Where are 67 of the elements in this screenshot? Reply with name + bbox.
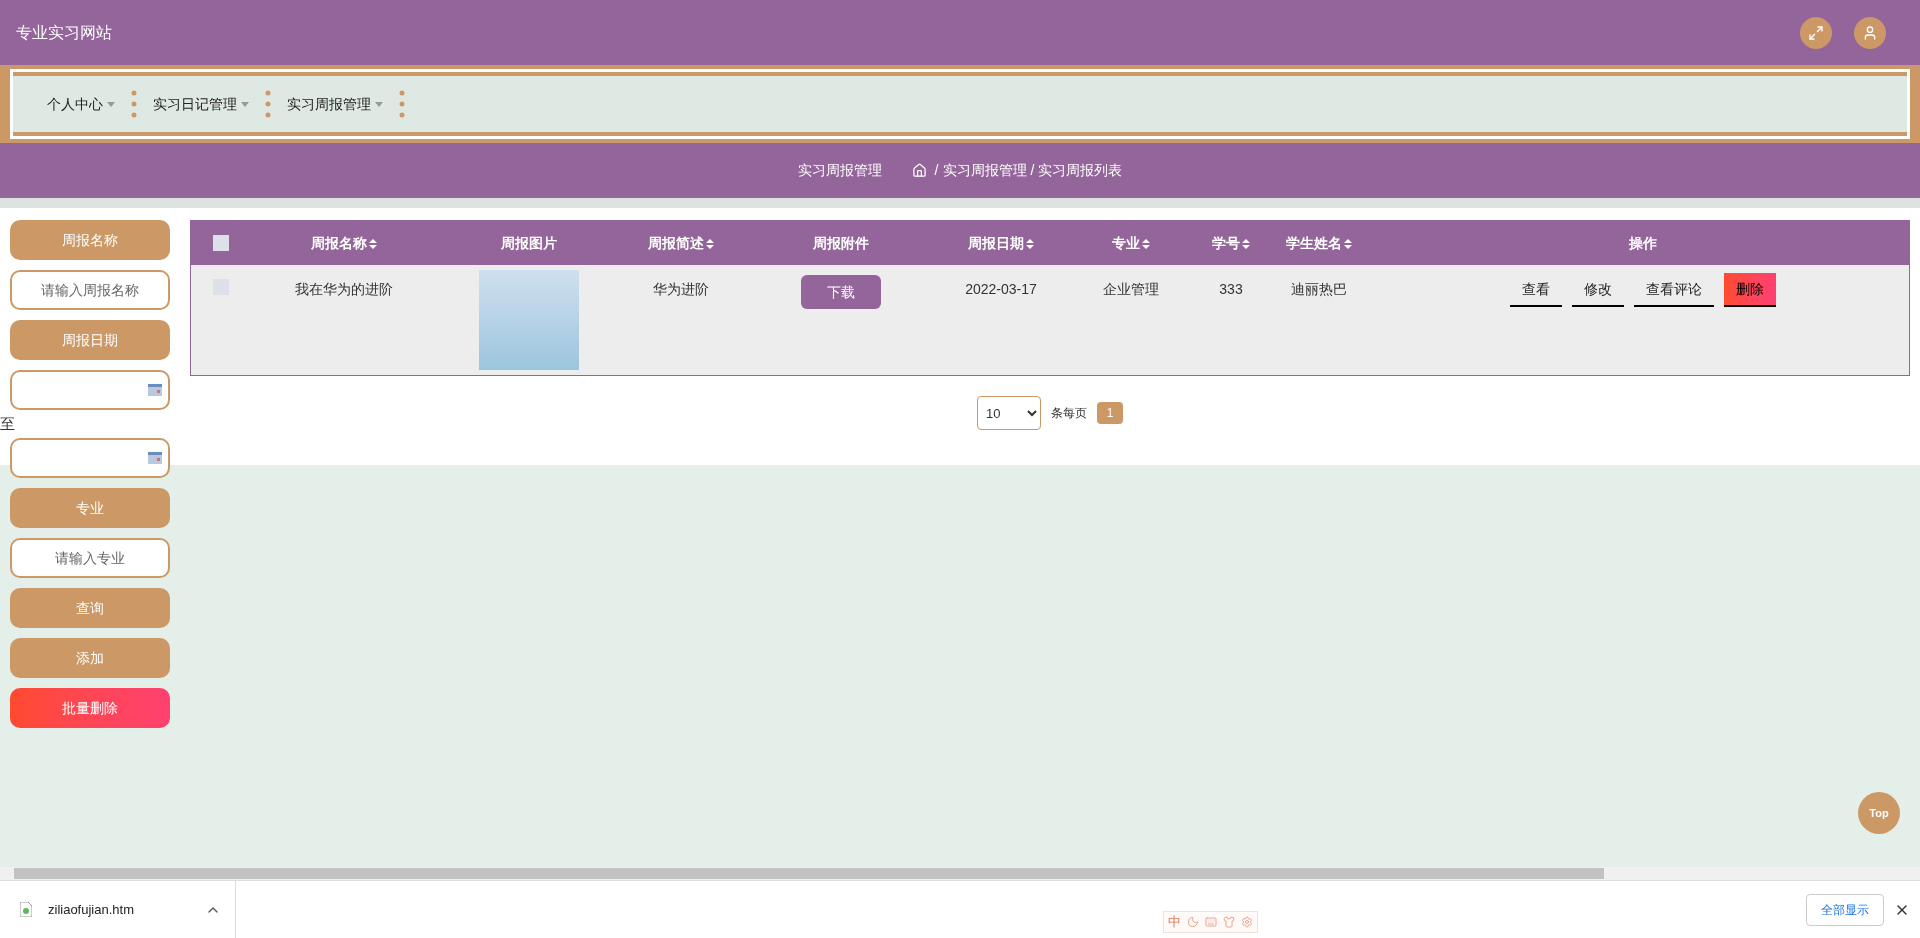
row-action-button[interactable]: 修改	[1571, 273, 1624, 307]
table-cell-text: 迪丽热巴	[1289, 280, 1348, 299]
page-size-select[interactable]: 10	[977, 396, 1041, 430]
column-header[interactable]: 周报日期	[941, 232, 1061, 254]
date-field[interactable]	[10, 370, 170, 410]
page-title: 实习周报管理	[797, 161, 882, 180]
column-header[interactable]: 学生姓名	[1261, 232, 1376, 254]
user-icon[interactable]	[1854, 16, 1886, 49]
filter-label: 周报名称	[10, 220, 170, 260]
action-button[interactable]: 查询	[10, 588, 170, 628]
page-button[interactable]: 1	[1097, 402, 1123, 424]
column-header[interactable]: 周报名称	[251, 232, 436, 254]
download-button[interactable]: 下载	[801, 275, 881, 309]
filter-label: 周报日期	[10, 320, 170, 360]
per-page-label: 条每页	[1051, 405, 1087, 422]
caret-icon	[107, 101, 115, 107]
caret-icon	[375, 101, 383, 107]
action-button[interactable]: 添加	[10, 638, 170, 678]
breadcrumb-link[interactable]: 实习周报列表	[1038, 160, 1123, 181]
table-cell-text: 我在华为的进阶	[293, 280, 394, 299]
sort-icon[interactable]	[1026, 238, 1034, 249]
delete-button[interactable]: 删除	[1723, 273, 1776, 307]
column-header[interactable]: 周报简述	[621, 232, 741, 254]
caret-icon	[241, 101, 249, 107]
breadcrumb-link[interactable]: 实习周报管理	[942, 160, 1027, 181]
nav-menu-item[interactable]: 实习日记管理	[149, 93, 253, 115]
sort-icon[interactable]	[706, 238, 714, 249]
column-header: 周报图片	[499, 233, 558, 253]
nav-menu-item[interactable]: 个人中心	[43, 93, 119, 115]
show-all-button[interactable]: 全部显示	[1806, 893, 1884, 926]
column-header: 操作	[1627, 233, 1658, 253]
date-field[interactable]	[10, 438, 170, 478]
calendar-icon	[148, 452, 162, 464]
table-cell-text: 企业管理	[1102, 280, 1160, 299]
home-icon[interactable]	[911, 163, 927, 178]
row-action-button[interactable]: 查看	[1509, 273, 1562, 307]
table-cell-text: 华为进阶	[652, 280, 710, 299]
horizontal-scrollbar[interactable]	[0, 867, 1920, 880]
ime-mode-label[interactable]: 中	[1168, 912, 1181, 932]
separator-dots-icon	[265, 89, 271, 119]
search-field[interactable]: 请输入周报名称	[10, 270, 170, 310]
table-cell-text: 2022-03-17	[964, 280, 1038, 299]
search-field[interactable]: 请输入专业	[10, 538, 170, 578]
sort-icon[interactable]	[1142, 238, 1150, 249]
sort-icon[interactable]	[368, 238, 377, 249]
table-cell-text: 333	[1218, 280, 1244, 299]
row-checkbox[interactable]	[213, 235, 229, 251]
calendar-icon	[148, 384, 162, 396]
column-header[interactable]: 专业	[1061, 232, 1201, 254]
nav-menu-item[interactable]: 实习周报管理	[283, 93, 387, 115]
filter-label: 专业	[10, 488, 170, 528]
range-separator: 至	[0, 414, 16, 434]
back-to-top-button[interactable]: Top	[1858, 792, 1900, 834]
sort-icon[interactable]	[1242, 238, 1250, 249]
file-icon	[20, 902, 32, 917]
column-header[interactable]: 学号	[1201, 232, 1261, 254]
batch-delete-button[interactable]: 批量删除	[10, 688, 170, 728]
row-action-button[interactable]: 查看评论	[1633, 273, 1714, 307]
column-header: 周报附件	[812, 233, 870, 253]
separator-dots-icon	[131, 89, 137, 119]
separator-dots-icon	[399, 89, 405, 119]
sort-icon[interactable]	[1343, 238, 1352, 249]
fullscreen-icon[interactable]	[1800, 16, 1832, 49]
site-title: 专业实习网站	[16, 22, 112, 43]
breadcrumb-separator: /	[934, 161, 939, 180]
breadcrumb-separator: /	[1030, 161, 1035, 180]
downloaded-file-name[interactable]: ziliaofujian.htm	[48, 899, 134, 920]
